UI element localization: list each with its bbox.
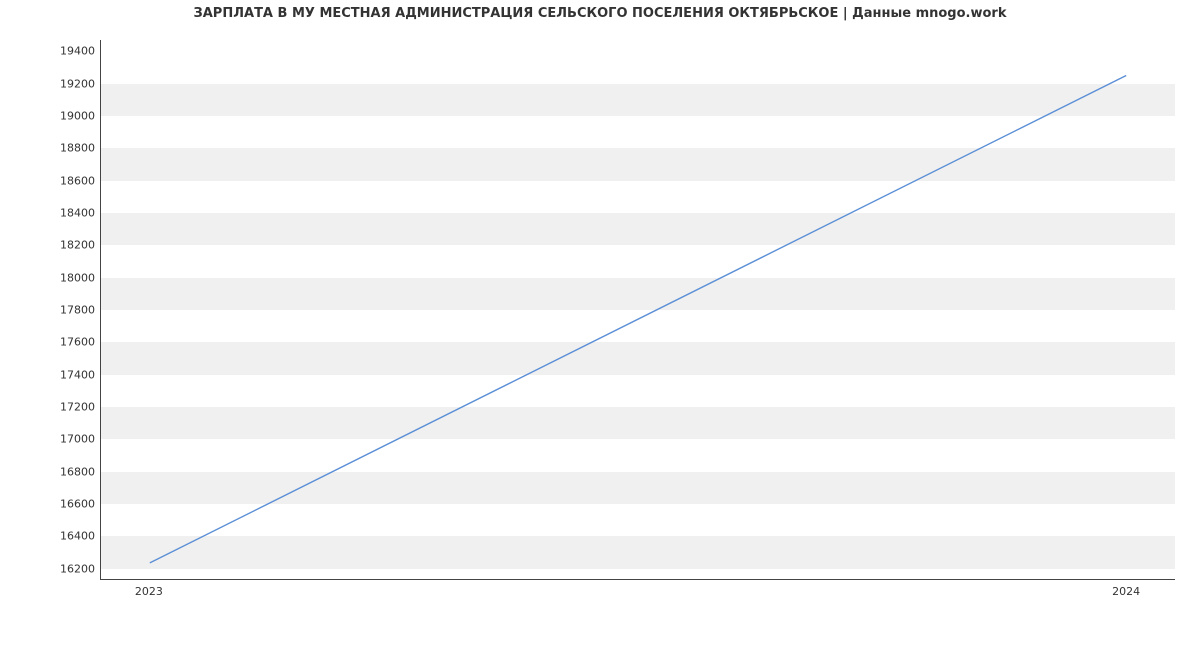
y-tick-label: 17000: [35, 433, 95, 446]
y-tick-label: 19000: [35, 109, 95, 122]
y-tick-label: 18000: [35, 271, 95, 284]
y-tick-label: 16400: [35, 530, 95, 543]
chart-container: ЗАРПЛАТА В МУ МЕСТНАЯ АДМИНИСТРАЦИЯ СЕЛЬ…: [0, 0, 1200, 650]
y-tick-label: 17200: [35, 401, 95, 414]
y-tick-label: 18200: [35, 239, 95, 252]
y-tick-label: 17400: [35, 368, 95, 381]
x-tick-label: 2024: [1112, 585, 1140, 598]
y-tick-label: 17800: [35, 304, 95, 317]
y-tick-label: 16200: [35, 562, 95, 575]
chart-title: ЗАРПЛАТА В МУ МЕСТНАЯ АДМИНИСТРАЦИЯ СЕЛЬ…: [0, 6, 1200, 21]
y-tick-label: 17600: [35, 336, 95, 349]
line-layer: [101, 40, 1175, 579]
y-tick-label: 18600: [35, 174, 95, 187]
y-tick-label: 19200: [35, 77, 95, 90]
y-tick-label: 18800: [35, 142, 95, 155]
x-tick-label: 2023: [135, 585, 163, 598]
y-tick-label: 16800: [35, 465, 95, 478]
plot-area: [100, 40, 1175, 580]
y-tick-label: 19400: [35, 45, 95, 58]
y-tick-label: 18400: [35, 206, 95, 219]
series-line-salary: [150, 76, 1126, 563]
y-tick-label: 16600: [35, 498, 95, 511]
